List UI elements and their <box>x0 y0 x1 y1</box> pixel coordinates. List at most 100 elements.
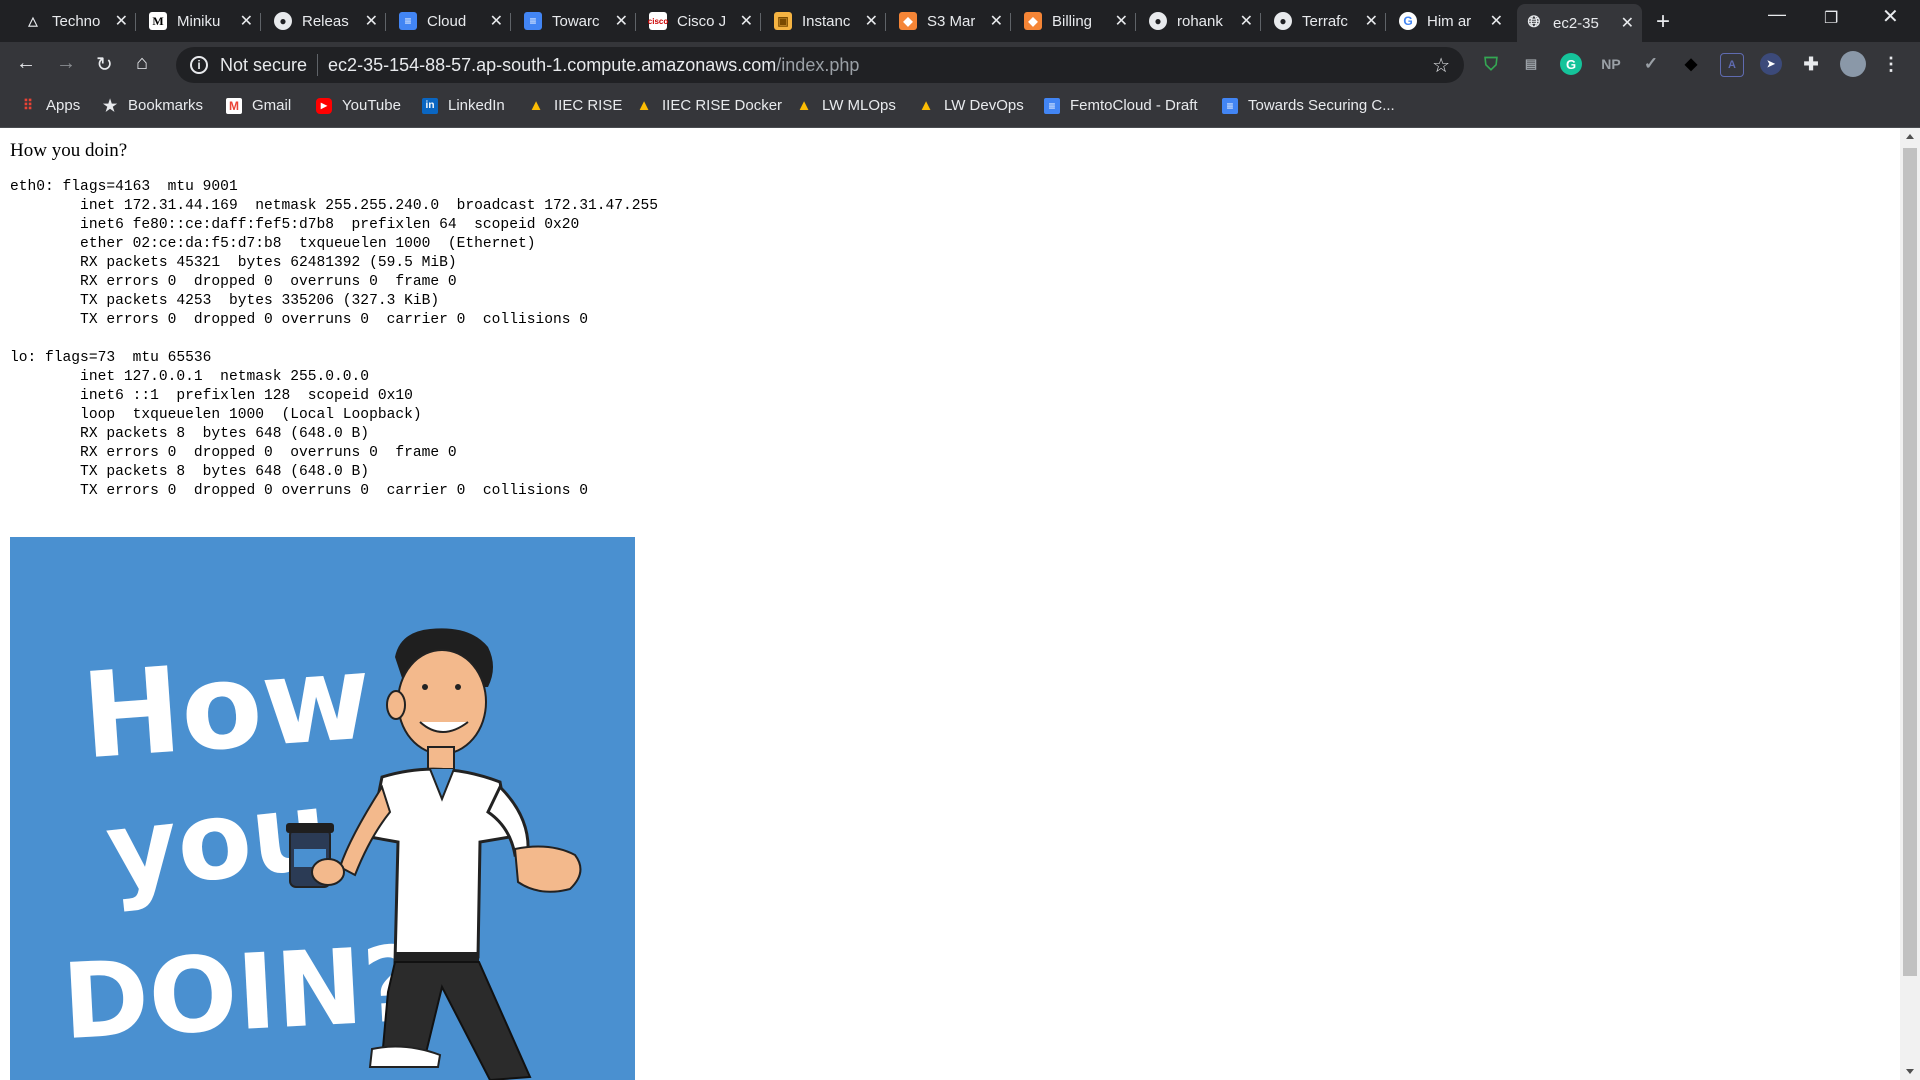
close-icon[interactable]: ✕ <box>615 11 628 31</box>
tab-separator <box>635 13 636 31</box>
close-icon[interactable]: ✕ <box>990 11 1003 31</box>
scroll-up-arrow-icon[interactable] <box>1906 134 1914 139</box>
package-icon: ▣ <box>774 12 792 30</box>
bookmark-label: LW DevOps <box>944 97 1024 114</box>
tab-label: Cloud <box>427 12 467 30</box>
tab-minikube[interactable]: M Miniku ✕ <box>141 6 261 36</box>
tab-separator <box>1135 13 1136 31</box>
close-icon[interactable]: ✕ <box>365 11 378 31</box>
bookmark-label: YouTube <box>342 97 401 114</box>
tab-cisco[interactable]: cisco Cisco J ✕ <box>641 6 761 36</box>
tab-terraform[interactable]: ● Terrafc ✕ <box>1266 6 1386 36</box>
back-arrow-icon[interactable]: ← <box>16 52 36 75</box>
address-bar[interactable]: i Not secure ec2-35-154-88-57.ap-south-1… <box>176 47 1464 83</box>
avatar[interactable] <box>1840 51 1866 77</box>
close-icon[interactable]: ✕ <box>1240 11 1253 31</box>
tab-s3[interactable]: ◆ S3 Mar ✕ <box>891 6 1011 36</box>
bookmark-star-icon[interactable]: ☆ <box>1432 53 1450 78</box>
bookmark-apps[interactable]: ⠿ Apps <box>20 97 80 114</box>
bookmark-iiec-rise[interactable]: ▲ IIEC RISE <box>528 97 623 114</box>
bookmark-label: Bookmarks <box>128 97 204 114</box>
shield-icon[interactable]: ⛉ <box>1480 53 1502 75</box>
tab-rohank[interactable]: ● rohank ✕ <box>1141 6 1261 36</box>
close-icon[interactable]: ✕ <box>1621 13 1634 33</box>
close-icon[interactable]: ✕ <box>865 11 878 31</box>
home-icon[interactable]: ⌂ <box>136 52 148 75</box>
close-icon[interactable]: ✕ <box>490 11 503 31</box>
reload-icon[interactable]: ↻ <box>96 52 113 77</box>
new-tab-button[interactable]: + <box>1656 8 1670 36</box>
restore-icon[interactable]: ❐ <box>1824 8 1838 28</box>
tab-ec2-active[interactable]: 🌐︎ ec2-35 ✕ <box>1517 4 1642 42</box>
clipboard-icon[interactable]: ▤ <box>1520 53 1542 75</box>
scrollbar-thumb[interactable] <box>1903 148 1917 976</box>
tab-instances[interactable]: ▣ Instanc ✕ <box>766 6 886 36</box>
tab-towards[interactable]: ≡ Towarc ✕ <box>516 6 636 36</box>
tab-billing[interactable]: ◆ Billing ✕ <box>1016 6 1136 36</box>
youtube-icon: ▶ <box>316 97 332 114</box>
poster-text-doin: DOIN? <box>59 922 426 1063</box>
apps-grid-icon: ⠿ <box>22 97 34 113</box>
bookmark-gmail[interactable]: M Gmail <box>226 97 291 114</box>
tab-label: Miniku <box>177 12 221 30</box>
bookmark-youtube[interactable]: ▶ YouTube <box>316 97 401 114</box>
bookmark-femtocloud[interactable]: ≡ FemtoCloud - Draft <box>1044 97 1198 114</box>
tab-label: Instanc <box>802 12 850 30</box>
close-icon[interactable]: ✕ <box>240 11 253 31</box>
bookmark-towards-securing[interactable]: ≡ Towards Securing C... <box>1222 97 1395 114</box>
security-status[interactable]: Not secure <box>220 55 307 76</box>
tab-cloud[interactable]: ≡ Cloud ✕ <box>391 6 511 36</box>
tab-him[interactable]: G Him ar ✕ <box>1391 6 1511 36</box>
page-content: How you doin? eth0: flags=4163 mtu 9001 … <box>0 128 1900 1080</box>
ifconfig-output: eth0: flags=4163 mtu 9001 inet 172.31.44… <box>10 179 659 499</box>
tab-releases[interactable]: ● Releas ✕ <box>266 6 386 36</box>
bookmark-bookmarks[interactable]: ★ Bookmarks <box>102 97 204 115</box>
medium-logo-icon: M <box>149 12 167 30</box>
bookmark-label: Towards Securing C... <box>1248 97 1395 114</box>
tab-label: ec2-35 <box>1553 14 1599 32</box>
url-host[interactable]: ec2-35-154-88-57.ap-south-1.compute.amaz… <box>328 55 776 76</box>
close-icon[interactable]: ✕ <box>740 11 753 31</box>
close-icon[interactable]: ✕ <box>1365 11 1378 31</box>
google-icon: G <box>1399 12 1417 30</box>
minimize-icon[interactable]: — <box>1768 4 1786 25</box>
how-you-doin-poster: How you DOIN? <box>10 537 635 1080</box>
info-icon[interactable]: i <box>190 56 208 74</box>
close-icon[interactable]: ✕ <box>1490 11 1503 31</box>
more-menu-icon[interactable]: ⋮ <box>1880 53 1902 75</box>
tab-separator <box>260 13 261 31</box>
triangle-logo-icon: △ <box>28 14 38 28</box>
docs-icon: ≡ <box>1222 97 1238 114</box>
bookmark-label: LinkedIn <box>448 97 505 114</box>
drive-icon: ▲ <box>796 97 812 114</box>
poster-illustration: How you DOIN? <box>10 537 635 1080</box>
bookmark-linkedin[interactable]: in LinkedIn <box>422 97 505 114</box>
url-path[interactable]: /index.php <box>776 55 859 76</box>
np-extension-icon[interactable]: NP <box>1600 53 1622 75</box>
tab-label: Releas <box>302 12 349 30</box>
bookmark-lw-devops[interactable]: ▲ LW DevOps <box>918 97 1024 114</box>
translate-icon[interactable]: A <box>1720 53 1744 77</box>
scroll-down-arrow-icon[interactable] <box>1906 1069 1914 1074</box>
tab-techno[interactable]: △ Techno ✕ <box>16 6 136 36</box>
vertical-scrollbar[interactable] <box>1900 128 1920 1080</box>
puzzle-extensions-icon[interactable]: ✚ <box>1800 53 1822 75</box>
bookmark-lw-mlops[interactable]: ▲ LW MLOps <box>796 97 896 114</box>
close-icon[interactable]: ✕ <box>1115 11 1128 31</box>
github-icon: ● <box>1149 12 1167 30</box>
tab-separator <box>760 13 761 31</box>
poster-text-how: How <box>78 627 376 785</box>
forward-arrow-icon[interactable]: → <box>56 52 76 75</box>
tab-label: Towarc <box>552 12 600 30</box>
tab-label: Techno <box>52 12 100 30</box>
cursor-extension-icon[interactable]: ➤ <box>1760 53 1782 75</box>
extension-dark-icon[interactable]: ◆ <box>1680 53 1702 75</box>
close-window-icon[interactable]: ✕ <box>1882 4 1899 29</box>
bookmark-iiec-rise-docker[interactable]: ▲ IIEC RISE Docker <box>636 97 782 114</box>
close-icon[interactable]: ✕ <box>115 11 128 31</box>
tab-separator <box>135 13 136 31</box>
gmail-icon: M <box>226 97 242 114</box>
grammarly-icon[interactable]: G <box>1560 53 1582 75</box>
check-icon[interactable]: ✓ <box>1640 53 1662 75</box>
browser-chrome: △ Techno ✕ M Miniku ✕ ● Releas ✕ ≡ Cloud… <box>0 0 1920 128</box>
